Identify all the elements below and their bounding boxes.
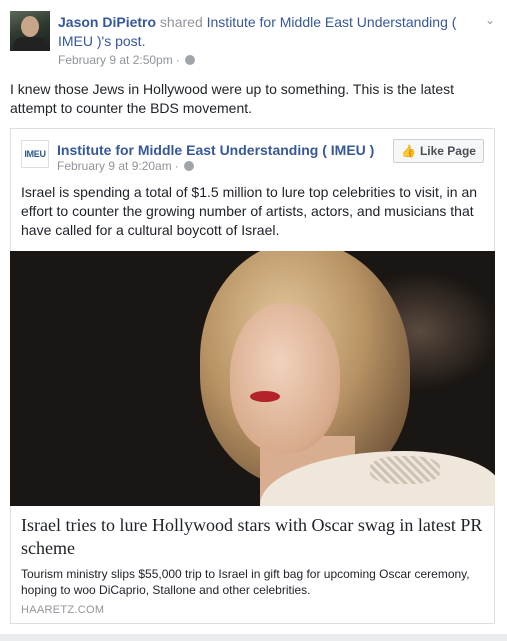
like-page-label: Like Page [419,144,476,158]
post-header: Jason DiPietro shared Institute for Midd… [58,13,478,51]
share-verb: shared [159,14,203,30]
link-headline[interactable]: Israel tries to lure Hollywood stars wit… [21,514,486,560]
author-name-link[interactable]: Jason DiPietro [58,14,156,30]
link-description[interactable]: Tourism ministry slips $55,000 trip to I… [21,566,486,598]
meta-separator: · [175,53,180,67]
chevron-down-icon[interactable]: ⌄ [482,12,498,28]
link-preview-image[interactable] [10,251,495,506]
page-logo[interactable]: IMEU [21,140,49,168]
link-domain[interactable]: HAARETZ.COM [21,604,104,616]
shared-post-body: Israel is spending a total of $1.5 milli… [21,184,478,238]
page-name-link[interactable]: Institute for Middle East Understanding … [57,142,387,158]
post-body: I knew those Jews in Hollywood were up t… [10,81,455,116]
shared-post-timestamp[interactable]: February 9 at 9:20am [57,159,172,173]
post-timestamp[interactable]: February 9 at 2:50pm [58,53,173,67]
meta-separator: · [174,159,179,173]
globe-icon[interactable] [184,55,195,65]
author-avatar[interactable] [10,11,50,51]
like-page-button[interactable]: 👍 Like Page [393,139,484,163]
feed-post: Jason DiPietro shared Institute for Midd… [0,0,507,634]
globe-icon[interactable] [183,161,194,171]
shared-post-meta: February 9 at 9:20am · [57,159,194,173]
shared-post-card: IMEU Institute for Middle East Understan… [10,128,495,624]
post-meta: February 9 at 2:50pm · [58,53,195,67]
thumbs-up-icon: 👍 [401,144,416,158]
